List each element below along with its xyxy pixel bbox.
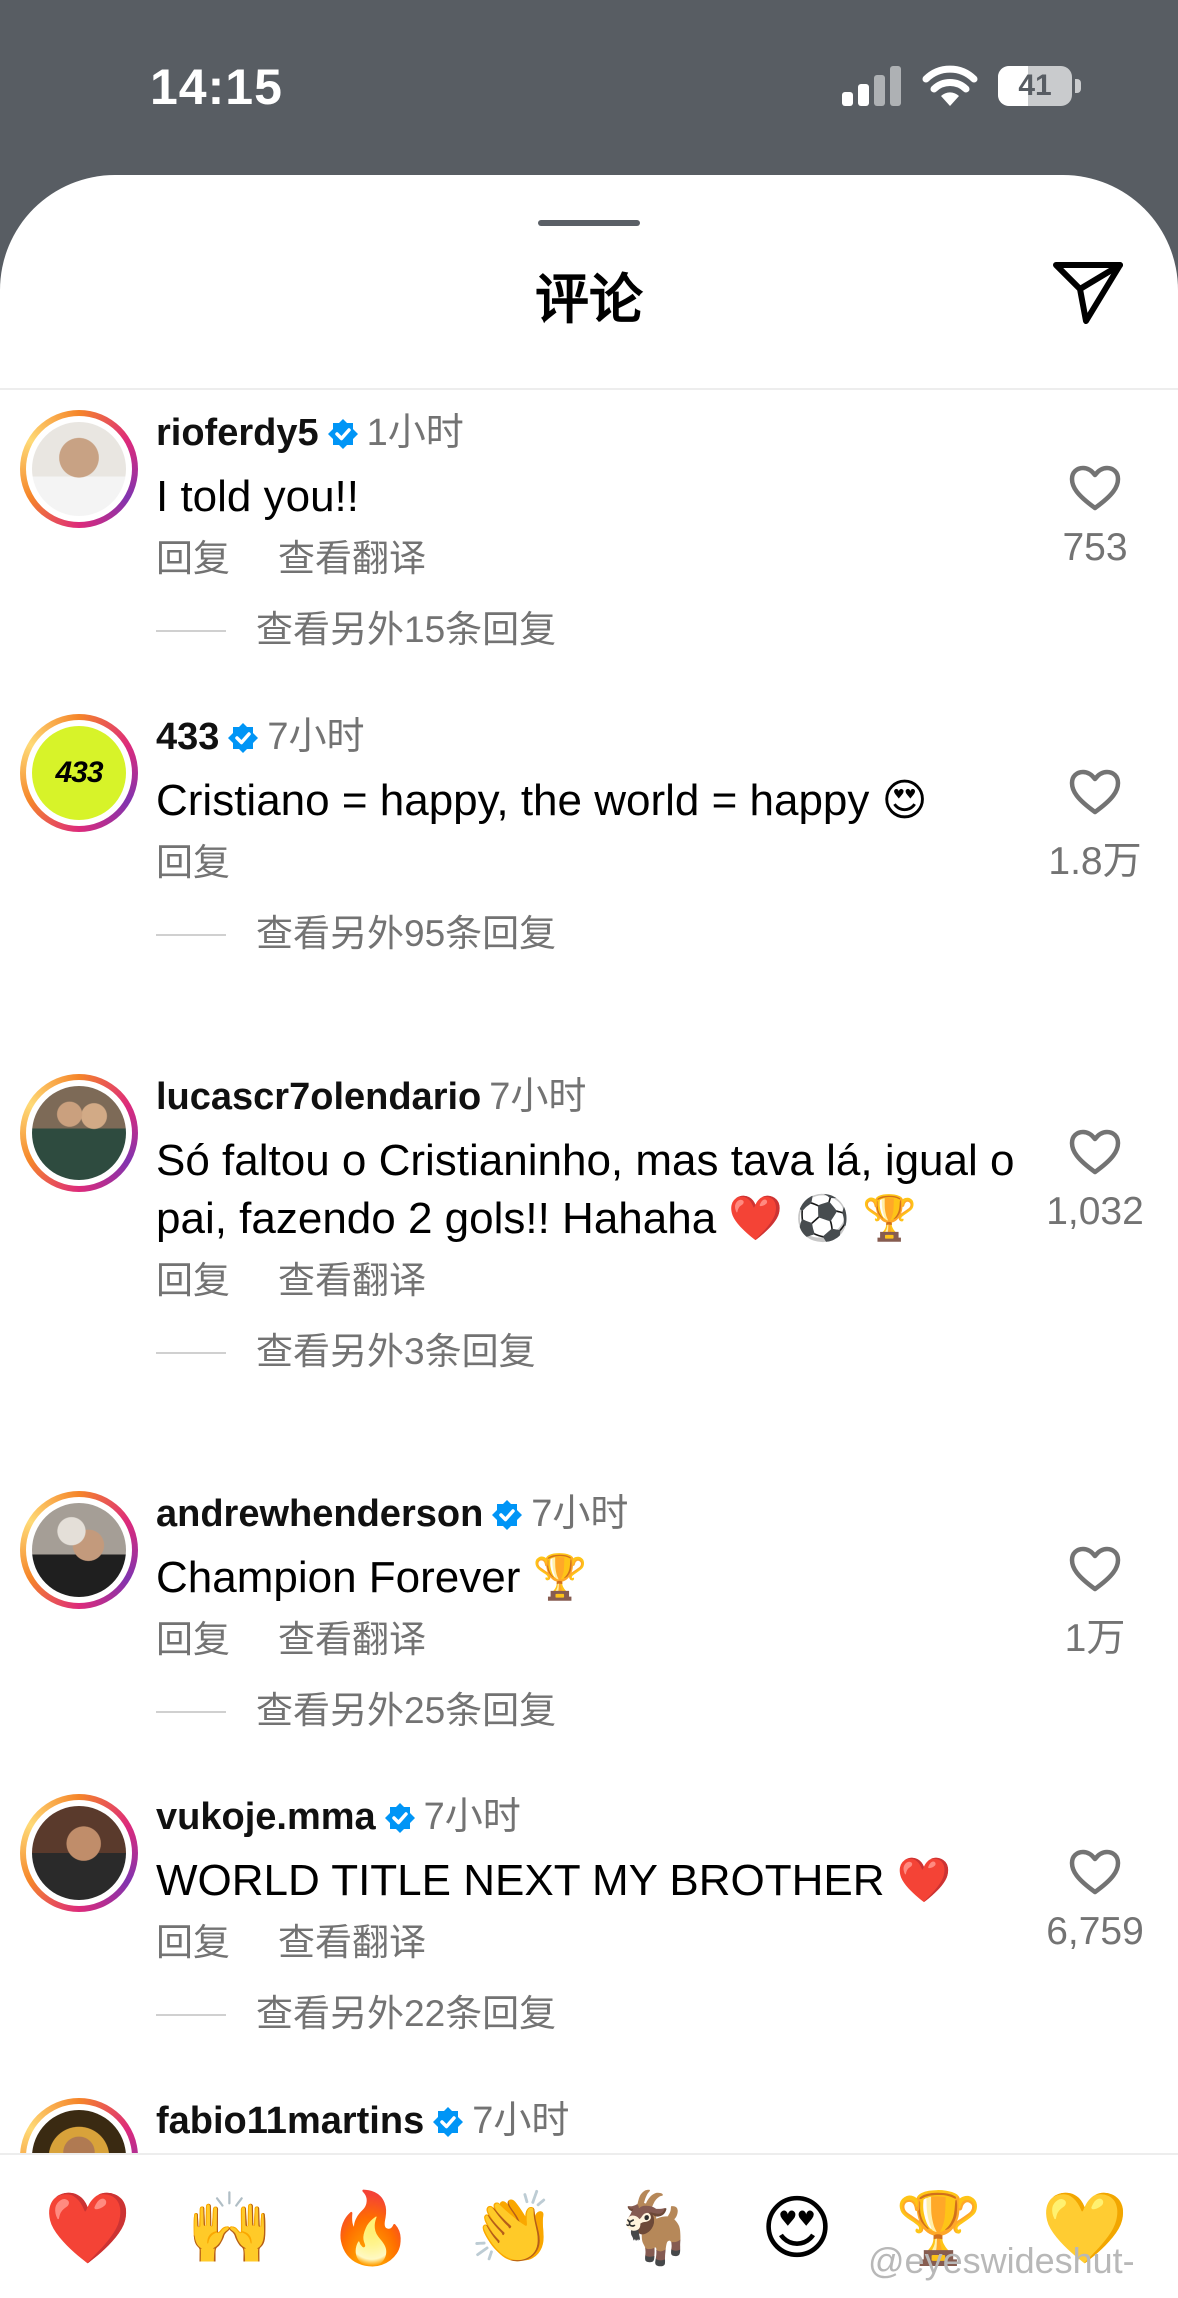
view-more-replies[interactable]: 查看另外22条回复: [156, 1990, 1016, 2038]
avatar[interactable]: [20, 1491, 138, 1609]
verified-badge-icon: [433, 2107, 464, 2137]
reply-button[interactable]: 回复: [156, 1922, 230, 1963]
reply-button[interactable]: 回复: [156, 1260, 230, 1301]
comment-item: fabio11martins 7小时: [0, 2098, 1178, 2153]
see-translation-button[interactable]: 查看翻译: [278, 1260, 426, 1301]
avatar[interactable]: [20, 1794, 138, 1912]
comment-username[interactable]: rioferdy5: [156, 412, 319, 454]
emoji-goat-button[interactable]: 🐐: [600, 2173, 710, 2283]
header-divider: [0, 388, 1178, 390]
like-count: 6,759: [1046, 1910, 1144, 1953]
comment-time: 7小时: [489, 1076, 587, 1118]
comment-text: Só faltou o Cristianinho, mas tava lá, i…: [156, 1136, 1015, 1243]
verified-badge-icon: [327, 419, 358, 449]
verified-badge-icon: [228, 723, 259, 753]
avatar[interactable]: [20, 1074, 138, 1192]
comment-time: 7小时: [531, 1493, 629, 1535]
like-button[interactable]: 1.8万: [1030, 769, 1160, 886]
comment-time: 7小时: [267, 716, 365, 758]
status-bar: 14:15 41: [0, 0, 1178, 175]
paper-plane-icon[interactable]: [1052, 259, 1124, 325]
see-translation-button[interactable]: 查看翻译: [278, 1619, 426, 1660]
comment-text: I told you!!: [156, 472, 360, 521]
comment-username[interactable]: vukoje.mma: [156, 1796, 376, 1838]
comment-item: rioferdy5 1小时 I told you!! 回复 查看翻译 查看另外15条…: [0, 410, 1178, 710]
like-button[interactable]: 753: [1030, 465, 1160, 570]
view-more-replies[interactable]: 查看另外25条回复: [156, 1687, 1016, 1735]
view-more-replies[interactable]: 查看另外3条回复: [156, 1328, 1016, 1376]
comment-item: andrewhenderson 7小时 Champion Forever 🏆 回复…: [0, 1491, 1178, 1791]
see-translation-button[interactable]: 查看翻译: [278, 1922, 426, 1963]
heart-icon[interactable]: [1069, 1129, 1121, 1175]
emoji-red-heart-button[interactable]: ❤️: [33, 2173, 143, 2283]
battery-percent: 41: [1018, 69, 1052, 102]
like-count: 753: [1062, 526, 1128, 569]
reply-button[interactable]: 回复: [156, 1619, 230, 1660]
comment-text: Champion Forever 🏆: [156, 1553, 588, 1602]
like-button[interactable]: 1万: [1030, 1546, 1160, 1663]
avatar[interactable]: [20, 2098, 138, 2153]
battery-tip: [1075, 79, 1081, 93]
sheet-title: 评论: [535, 270, 643, 330]
comment-time: 7小时: [472, 2100, 570, 2142]
comment-text: WORLD TITLE NEXT MY BROTHER ❤️: [156, 1856, 952, 1905]
heart-icon[interactable]: [1069, 465, 1121, 511]
comment-list[interactable]: rioferdy5 1小时 I told you!! 回复 查看翻译 查看另外15条…: [0, 410, 1178, 2153]
like-button[interactable]: 1,032: [1030, 1129, 1160, 1234]
heart-icon[interactable]: [1069, 1849, 1121, 1895]
status-time: 14:15: [150, 59, 283, 115]
verified-badge-icon: [384, 1803, 415, 1833]
comment-item: lucascr7olendario 7小时 Só faltou o Cristia…: [0, 1074, 1178, 1484]
comment-text: Cristiano = happy, the world = happy 😍: [156, 776, 928, 825]
emoji-fire-button[interactable]: 🔥: [316, 2173, 426, 2283]
comment-username[interactable]: 433: [156, 716, 219, 758]
like-count: 1万: [1064, 1617, 1126, 1660]
comment-username[interactable]: lucascr7olendario: [156, 1076, 481, 1118]
emoji-raised-hands-button[interactable]: 🙌: [175, 2173, 285, 2283]
drag-handle[interactable]: [538, 220, 640, 226]
view-more-replies[interactable]: 查看另外95条回复: [156, 910, 1016, 958]
view-more-replies[interactable]: 查看另外15条回复: [156, 606, 1016, 654]
cellular-signal-icon: [842, 66, 901, 106]
like-button[interactable]: 6,759: [1030, 1849, 1160, 1954]
see-translation-button[interactable]: 查看翻译: [278, 538, 426, 579]
comment-username[interactable]: andrewhenderson: [156, 1493, 483, 1535]
comment-item: 433 433 7小时 Cristiano = happy, the world …: [0, 714, 1178, 1064]
reply-button[interactable]: 回复: [156, 842, 230, 883]
comment-username[interactable]: fabio11martins: [156, 2100, 424, 2142]
comment-time: 7小时: [423, 1796, 521, 1838]
verified-badge-icon: [492, 1500, 523, 1530]
emoji-clapping-button[interactable]: 👏: [458, 2173, 568, 2283]
reply-button[interactable]: 回复: [156, 538, 230, 579]
like-count: 1.8万: [1048, 840, 1142, 883]
heart-icon[interactable]: [1069, 1546, 1121, 1592]
emoji-heart-eyes-button[interactable]: 😍: [742, 2173, 852, 2283]
comments-sheet: 评论 rioferdy5 1小时 I told you!! 回复 查看翻译 查看另外…: [0, 175, 1178, 2298]
comment-time: 1小时: [366, 412, 464, 454]
like-count: 1,032: [1046, 1190, 1144, 1233]
wifi-icon: [922, 65, 978, 106]
battery-indicator: 41: [998, 66, 1072, 106]
heart-icon[interactable]: [1069, 769, 1121, 815]
comment-item: vukoje.mma 7小时 WORLD TITLE NEXT MY BROTHE…: [0, 1794, 1178, 2094]
watermark: @eyeswideshut-: [868, 2240, 1135, 2281]
avatar[interactable]: [20, 410, 138, 528]
avatar[interactable]: 433: [20, 714, 138, 832]
